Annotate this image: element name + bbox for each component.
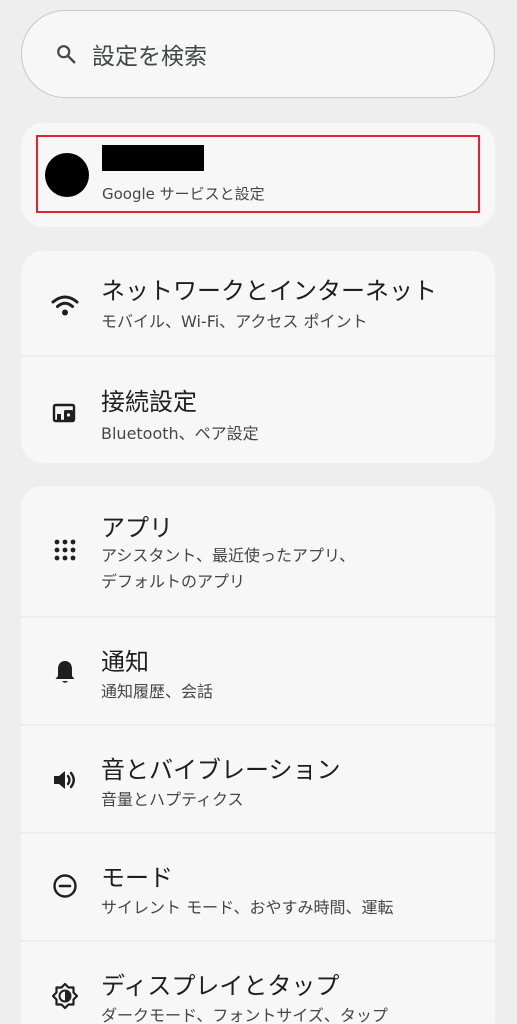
settings-item-subtitle: 音量とハプティクス	[101, 790, 244, 809]
settings-item-notifications[interactable]: 通知 通知履歴、会話	[21, 618, 495, 724]
settings-item-subtitle: モバイル、Wi-Fi、アクセス ポイント	[101, 312, 368, 331]
settings-item-sound[interactable]: 音とバイブレーション 音量とハプティクス	[21, 726, 495, 832]
apps-grid-icon	[51, 536, 79, 564]
settings-item-title: 接続設定	[101, 388, 197, 416]
settings-screen: 設定を検索 Google サービスと設定 ネットワークとインターネット モバイル…	[0, 0, 517, 1024]
settings-item-subtitle-line2: デフォルトのアプリ	[101, 572, 246, 591]
display-brightness-icon	[51, 982, 79, 1010]
search-placeholder: 設定を検索	[92, 44, 207, 70]
settings-item-title: ネットワークとインターネット	[101, 277, 437, 305]
settings-item-display[interactable]: ディスプレイとタップ ダークモード、フォントサイズ、タップ	[21, 942, 495, 1024]
wifi-icon	[51, 291, 79, 319]
modes-icon	[51, 872, 79, 900]
settings-item-subtitle: ダークモード、フォントサイズ、タップ	[101, 1006, 388, 1024]
search-icon	[54, 42, 78, 66]
account-highlight-box: Google サービスと設定	[36, 135, 480, 213]
search-bar[interactable]: 設定を検索	[21, 10, 495, 98]
settings-item-subtitle: Bluetooth、ペア設定	[101, 424, 259, 443]
settings-item-apps[interactable]: アプリ アシスタント、最近使ったアプリ、 デフォルトのアプリ	[21, 486, 495, 616]
settings-item-title: アプリ	[101, 514, 173, 542]
settings-group-connectivity: ネットワークとインターネット モバイル、Wi-Fi、アクセス ポイント 接続設定…	[21, 251, 495, 463]
volume-icon	[51, 766, 79, 794]
account-card[interactable]: Google サービスと設定	[21, 123, 495, 227]
settings-item-network[interactable]: ネットワークとインターネット モバイル、Wi-Fi、アクセス ポイント	[21, 251, 495, 355]
settings-item-title: ディスプレイとタップ	[101, 972, 340, 1000]
settings-item-modes[interactable]: モード サイレント モード、おやすみ時間、運転	[21, 834, 495, 940]
avatar	[45, 153, 89, 197]
settings-item-title: 音とバイブレーション	[101, 756, 341, 784]
connected-devices-icon	[51, 399, 79, 427]
settings-item-title: 通知	[101, 648, 149, 676]
bell-icon	[51, 658, 79, 686]
settings-item-subtitle: 通知履歴、会話	[101, 682, 214, 701]
account-name-redacted	[102, 145, 204, 171]
settings-item-connected-devices[interactable]: 接続設定 Bluetooth、ペア設定	[21, 357, 495, 463]
account-subtitle: Google サービスと設定	[102, 185, 265, 203]
settings-item-title: モード	[101, 864, 173, 892]
settings-item-subtitle: サイレント モード、おやすみ時間、運転	[101, 898, 394, 917]
settings-group-main: アプリ アシスタント、最近使ったアプリ、 デフォルトのアプリ 通知 通知履歴、会…	[21, 486, 495, 1024]
settings-item-subtitle-line1: アシスタント、最近使ったアプリ、	[101, 546, 356, 565]
